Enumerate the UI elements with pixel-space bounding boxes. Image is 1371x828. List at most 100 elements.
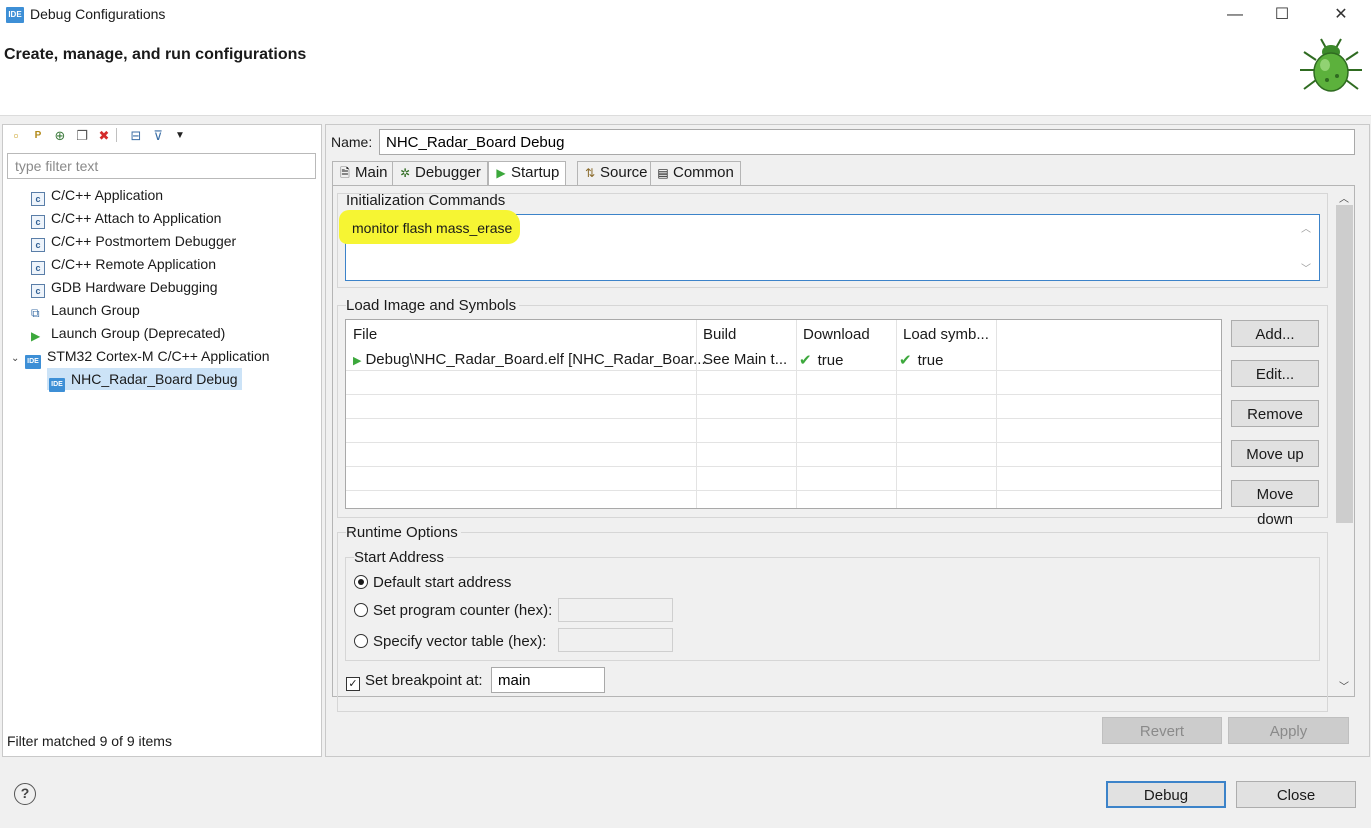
config-name-input[interactable] xyxy=(379,129,1355,155)
tab-source[interactable]: ⇅ Source xyxy=(577,161,655,185)
view-menu-icon[interactable]: ▼ xyxy=(172,128,188,144)
load-symbols-value: true xyxy=(917,352,944,369)
checkbox-label: Set breakpoint at: xyxy=(365,672,483,689)
radio-icon xyxy=(354,634,368,648)
filter-status: Filter matched 9 of 9 items xyxy=(7,733,172,749)
tab-debugger[interactable]: ✲ Debugger xyxy=(392,161,488,185)
close-button[interactable]: Close xyxy=(1236,781,1356,808)
move-down-button[interactable]: Move down xyxy=(1231,480,1319,528)
scroll-up-icon[interactable]: ︿ xyxy=(1301,220,1311,235)
minimize-button[interactable]: — xyxy=(1212,0,1258,30)
chevron-down-icon[interactable]: ⌄ xyxy=(11,348,25,370)
radio-vector-table[interactable]: Specify vector table (hex): xyxy=(354,633,546,650)
new-prototype-icon[interactable]: P xyxy=(30,128,46,144)
title-bar xyxy=(0,0,1371,30)
column-header-file[interactable]: File xyxy=(353,326,377,343)
tree-item-label: C/C++ Attach to Application xyxy=(51,210,222,226)
radio-label: Set program counter (hex): xyxy=(373,602,553,619)
help-icon[interactable]: ? xyxy=(14,783,36,805)
dialog-header-title: Create, manage, and run configurations xyxy=(4,46,307,63)
filter-icon[interactable]: ⊽ xyxy=(150,128,166,144)
tab-startup[interactable]: ▶ Startup xyxy=(488,161,567,186)
play-icon: ▶ xyxy=(496,166,506,180)
delete-icon[interactable]: ✖ xyxy=(96,128,112,144)
maximize-button[interactable]: ☐ xyxy=(1259,0,1305,30)
tree-item-stm32[interactable]: ⌄ IDE STM32 Cortex-M C/C++ Application xyxy=(11,345,270,370)
checkbox-checked-icon: ✓ xyxy=(346,677,360,691)
row-divider xyxy=(346,418,1221,419)
tree-item-launch-group-deprecated[interactable]: ▶ Launch Group (Deprecated) xyxy=(31,322,225,344)
filter-input[interactable] xyxy=(7,153,316,179)
apply-button[interactable]: Apply xyxy=(1228,717,1349,744)
tree-item-cpp-attach[interactable]: c C/C++ Attach to Application xyxy=(31,207,221,229)
tree-item-label: C/C++ Postmortem Debugger xyxy=(51,233,237,249)
tree-item-cpp-postmortem[interactable]: c C/C++ Postmortem Debugger xyxy=(31,230,236,252)
dialog-header xyxy=(0,30,1371,116)
move-up-button[interactable]: Move up xyxy=(1231,440,1319,467)
column-header-build[interactable]: Build xyxy=(703,326,736,343)
c-icon: c xyxy=(31,261,45,275)
column-header-download[interactable]: Download xyxy=(803,326,870,343)
tree-item-gdb-hardware[interactable]: c GDB Hardware Debugging xyxy=(31,276,218,298)
tree-item-label: GDB Hardware Debugging xyxy=(51,279,218,295)
c-icon: c xyxy=(31,284,45,298)
scroll-down-icon[interactable]: ﹀ xyxy=(1301,260,1311,275)
file-value: Debug\NHC_Radar_Board.elf [NHC_Radar_Boa… xyxy=(365,351,706,368)
new-config-icon[interactable]: ▫ xyxy=(8,128,24,144)
table-cell-download[interactable]: ✔ true xyxy=(799,351,843,369)
edit-button[interactable]: Edit... xyxy=(1231,360,1319,387)
tab-label: Common xyxy=(673,164,734,181)
bug-icon: ✲ xyxy=(399,166,411,180)
ide-icon: IDE xyxy=(49,378,65,392)
row-divider xyxy=(346,490,1221,491)
duplicate-icon[interactable]: ❐ xyxy=(74,128,90,144)
radio-program-counter[interactable]: Set program counter (hex): xyxy=(354,602,552,619)
tree-item-launch-group[interactable]: ⧉ Launch Group xyxy=(31,299,140,321)
c-icon: c xyxy=(31,215,45,229)
scroll-down-icon[interactable]: ﹀ xyxy=(1339,678,1349,693)
c-icon: c xyxy=(31,192,45,206)
table-cell-build: See Main t... xyxy=(703,351,788,368)
tab-main[interactable]: 🗎 Main xyxy=(332,161,395,185)
table-cell-load-symbols[interactable]: ✔ true xyxy=(899,351,943,369)
tree-item-label: Launch Group (Deprecated) xyxy=(51,325,226,341)
tree-item-label: NHC_Radar_Board Debug xyxy=(71,371,238,387)
row-divider xyxy=(346,466,1221,467)
tab-common[interactable]: ▤ Common xyxy=(650,161,741,185)
breakpoint-input[interactable] xyxy=(491,667,605,693)
collapse-all-icon[interactable]: ⊟ xyxy=(128,128,144,144)
revert-button[interactable]: Revert xyxy=(1102,717,1222,744)
breakpoint-checkbox[interactable]: ✓ Set breakpoint at: xyxy=(346,672,483,691)
tree-item-nhc-radar-debug[interactable]: IDE NHC_Radar_Board Debug xyxy=(47,368,242,392)
radio-selected-icon xyxy=(354,575,368,589)
column-header-load-symbols[interactable]: Load symb... xyxy=(903,326,989,343)
start-address-title: Start Address xyxy=(354,549,448,566)
remove-button[interactable]: Remove xyxy=(1231,400,1319,427)
init-commands-text: monitor flash mass_erase xyxy=(352,220,513,236)
launch-arrow-icon: ▶ xyxy=(31,329,41,343)
init-commands-title: Initialization Commands xyxy=(346,192,506,209)
radio-label: Default start address xyxy=(373,574,512,591)
checkmark-icon: ✔ xyxy=(799,352,812,369)
radio-default-start[interactable]: Default start address xyxy=(354,574,511,591)
tree-item-cpp-remote[interactable]: c C/C++ Remote Application xyxy=(31,253,216,275)
debug-bug-icon xyxy=(1294,34,1371,100)
load-image-title: Load Image and Symbols xyxy=(346,297,520,314)
table-cell-file: ▶ Debug\NHC_Radar_Board.elf [NHC_Radar_Bo… xyxy=(353,351,706,368)
tree-item-label: STM32 Cortex-M C/C++ Application xyxy=(47,348,270,364)
checkmark-icon: ✔ xyxy=(899,352,912,369)
debug-button[interactable]: Debug xyxy=(1106,781,1226,808)
close-window-button[interactable]: ✕ xyxy=(1318,0,1364,30)
radio-icon xyxy=(354,603,368,617)
scroll-up-icon[interactable]: ︿ xyxy=(1339,190,1349,205)
export-icon[interactable]: ⊕ xyxy=(52,128,68,144)
tree-item-cpp-application[interactable]: c C/C++ Application xyxy=(31,184,163,206)
radio-label: Specify vector table (hex): xyxy=(373,633,547,650)
add-button[interactable]: Add... xyxy=(1231,320,1319,347)
common-icon: ▤ xyxy=(657,166,669,180)
scrollbar-thumb[interactable] xyxy=(1336,205,1353,523)
toolbar-separator xyxy=(116,128,117,142)
launch-group-icon: ⧉ xyxy=(31,306,40,320)
vector-table-input xyxy=(558,628,673,652)
name-label: Name: xyxy=(331,134,373,150)
